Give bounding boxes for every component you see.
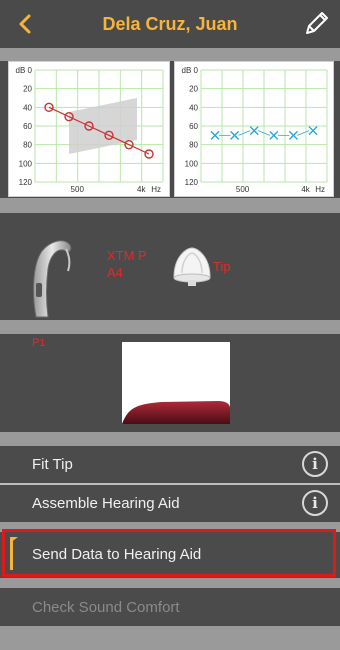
menu-item-assemble-hearing-aid[interactable]: Assemble Hearing Aid i [0,486,340,522]
audiogram-right[interactable]: dB 0 20 40 60 80 100 120 500 4k Hz [174,61,334,197]
y-tick-label: dB 0 [182,66,199,75]
divider [0,198,340,213]
right-ear-point-marker [249,126,259,136]
info-icon[interactable]: i [302,451,328,477]
tip-label: Tip [213,259,231,274]
x-tick-label: 500 [71,185,85,194]
right-ear-point-marker [288,130,298,140]
right-ear-point-marker [210,130,220,140]
right-ear-series-line [238,130,251,136]
y-tick-label: 40 [189,103,198,112]
selection-highlight [2,529,336,577]
y-tick-label: 120 [185,178,199,187]
page-title: Dela Cruz, Juan [102,14,238,34]
target-range-band [69,98,137,154]
right-ear-point-marker [269,130,279,140]
dome-tip-icon [173,247,211,286]
y-tick-label: 40 [23,103,32,112]
y-tick-label: 20 [23,85,32,94]
y-tick-label: dB 0 [16,66,33,75]
device-panel[interactable]: XTM P A4 Tip [0,213,340,320]
y-tick-label: 120 [19,178,33,187]
menu-item-check-sound-comfort[interactable]: Check Sound Comfort [0,590,340,626]
divider [0,320,340,334]
divider [0,578,340,588]
program-panel[interactable]: P1 [0,334,340,432]
divider [0,432,340,446]
info-icon[interactable]: i [302,490,328,516]
model-line-1: XTM P [107,248,147,263]
x-tick-label: 500 [236,185,250,194]
y-tick-label: 20 [189,85,198,94]
x-tick-label: Hz [315,185,325,194]
app-header: Dela Cruz, Juan [0,0,340,48]
y-tick-label: 80 [189,141,198,150]
menu-item-fit-tip[interactable]: Fit Tip i [0,447,340,483]
pencil-icon[interactable] [302,10,330,38]
x-tick-label: 4k [301,185,310,194]
model-line-2: A4 [107,265,123,280]
program-label: P1 [32,337,46,349]
divider [0,483,340,485]
menu-item-label: Check Sound Comfort [32,599,180,616]
x-tick-label: 4k [137,185,146,194]
right-ear-series-line [297,130,310,136]
audiogram-left[interactable]: dB 0 20 40 60 80 100 120 500 4k Hz [8,61,170,197]
menu-item-label: Fit Tip [32,456,73,473]
sound-profile-graph [122,342,230,424]
divider [0,48,340,61]
right-ear-point-marker [230,130,240,140]
right-ear-point-marker [308,126,318,136]
divider [0,626,340,650]
y-tick-label: 60 [189,122,198,131]
audiogram-left-chart: dB 0 20 40 60 80 100 120 500 4k Hz [16,66,164,194]
y-tick-label: 80 [23,141,32,150]
menu-item-label: Assemble Hearing Aid [32,495,180,512]
y-tick-label: 100 [185,159,199,168]
audiogram-right-chart: dB 0 20 40 60 80 100 120 500 4k Hz [182,66,328,194]
y-tick-label: 60 [23,122,32,131]
x-tick-label: Hz [151,185,161,194]
hearing-aid-icon [33,240,72,318]
y-tick-label: 100 [19,159,33,168]
